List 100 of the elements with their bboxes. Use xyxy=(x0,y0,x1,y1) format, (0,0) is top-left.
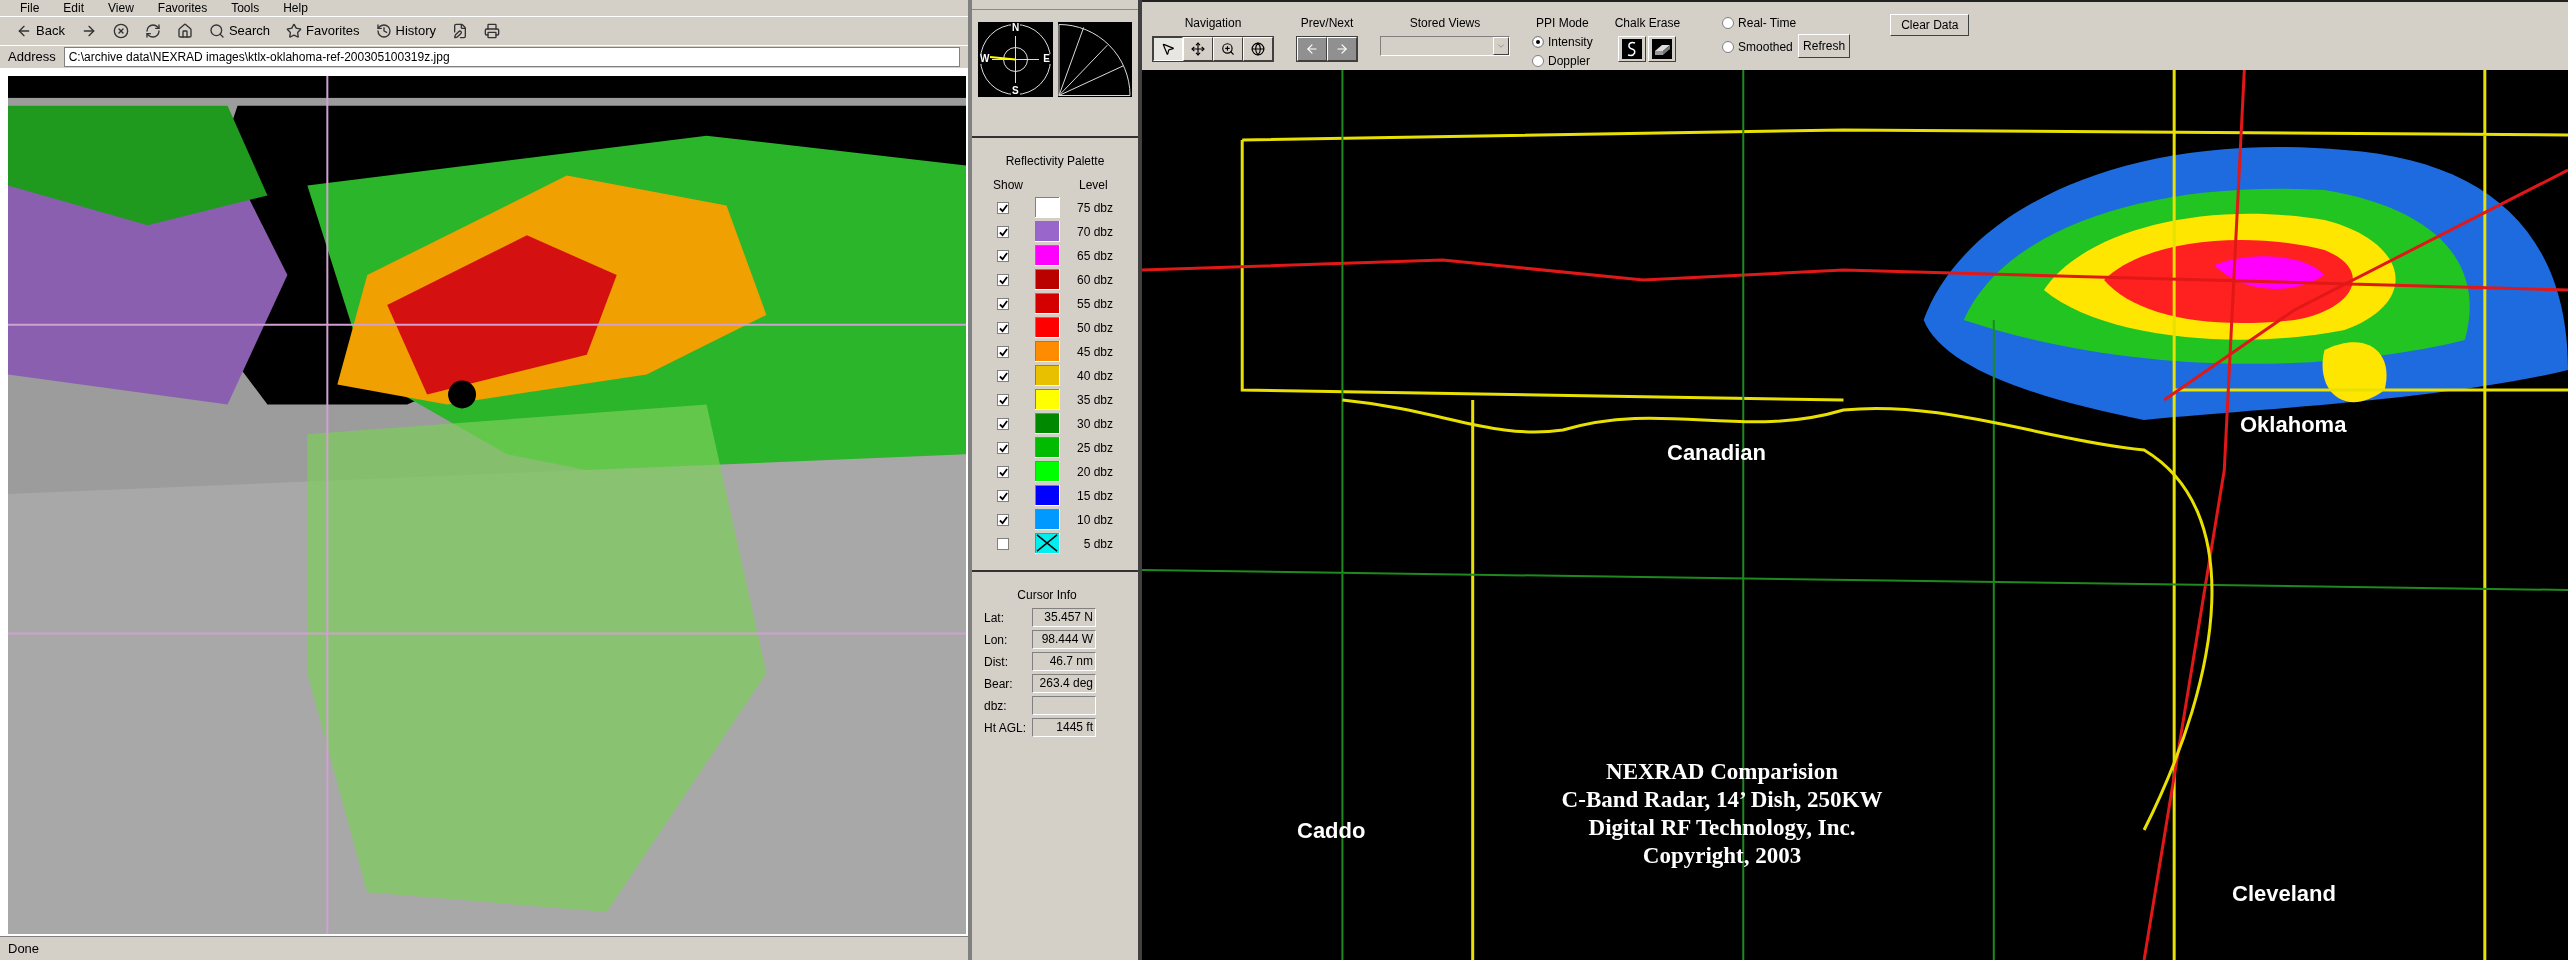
radio-option[interactable]: Real- Time xyxy=(1722,14,1797,32)
column-header: Show xyxy=(993,177,1025,194)
color-swatch[interactable] xyxy=(1035,365,1060,386)
stop-icon xyxy=(112,23,129,39)
color-swatch[interactable] xyxy=(1035,197,1060,218)
zoom-tool[interactable] xyxy=(1213,37,1243,61)
group-label: PPI Mode xyxy=(1536,15,1589,32)
readout-field: 46.7 nm xyxy=(1032,652,1096,671)
pointer-tool[interactable] xyxy=(1153,37,1183,61)
level-label: 55 dbz xyxy=(1075,295,1113,313)
color-swatch[interactable] xyxy=(1035,413,1060,434)
radio-option[interactable]: Doppler xyxy=(1532,52,1591,70)
squiggle-icon xyxy=(1622,39,1643,59)
color-swatch[interactable] xyxy=(1035,389,1060,410)
readout-field: 1445 ft xyxy=(1032,718,1096,737)
show-checkbox[interactable] xyxy=(997,274,1009,286)
show-checkbox[interactable] xyxy=(997,538,1009,550)
field-label: Lon: xyxy=(984,631,1009,649)
chalk-button[interactable] xyxy=(1618,36,1647,62)
next-button[interactable] xyxy=(1327,37,1357,61)
refresh-button[interactable]: Refresh xyxy=(1798,34,1851,58)
menu-item[interactable]: Help xyxy=(283,1,308,15)
color-swatch[interactable] xyxy=(1035,485,1060,506)
globe-icon xyxy=(1251,42,1265,56)
column-header: Level xyxy=(1078,177,1109,194)
status-text: Done xyxy=(8,939,40,958)
pointer-icon xyxy=(1161,42,1175,56)
previous-button[interactable] xyxy=(1297,37,1327,61)
eraser-button[interactable] xyxy=(1648,36,1677,62)
level-label: 70 dbz xyxy=(1075,223,1113,241)
search-icon xyxy=(208,23,225,39)
color-swatch[interactable] xyxy=(1035,437,1060,458)
group-label: Chalk Erase xyxy=(1614,15,1681,32)
caret-icon xyxy=(1496,41,1506,51)
field-label: Ht AGL: xyxy=(984,719,1028,737)
pan-icon xyxy=(1191,42,1205,56)
cursor-info-title: Cursor Info xyxy=(1017,587,1078,604)
field-label: Dist: xyxy=(984,653,1009,671)
color-swatch[interactable] xyxy=(1035,461,1060,482)
color-swatch[interactable] xyxy=(1035,509,1060,530)
group-label: Prev/Next xyxy=(1300,15,1354,32)
stored-views-dropdown[interactable] xyxy=(1380,36,1510,56)
color-swatch[interactable] xyxy=(1035,293,1060,314)
show-checkbox[interactable] xyxy=(997,346,1009,358)
county-label: Caddo xyxy=(1297,820,1366,842)
history-icon xyxy=(375,23,392,39)
radio-option[interactable]: Intensity xyxy=(1532,33,1593,51)
address-field[interactable]: C:\archive data\NEXRAD images\ktlx-oklahoma-ref-200305100319z.jpg xyxy=(63,47,960,67)
show-checkbox[interactable] xyxy=(997,322,1009,334)
compass-label: E xyxy=(1042,54,1051,64)
favorites-button[interactable]: Favorites xyxy=(282,19,364,43)
level-label: 25 dbz xyxy=(1075,439,1113,457)
clear-data-button[interactable]: Clear Data xyxy=(1890,14,1970,36)
caption-line: NEXRAD Comparision xyxy=(1606,758,1838,786)
level-label: 5 dbz xyxy=(1082,535,1113,553)
show-checkbox[interactable] xyxy=(997,202,1009,214)
show-checkbox[interactable] xyxy=(997,514,1009,526)
compass-label: S xyxy=(1011,86,1020,96)
color-swatch[interactable] xyxy=(1035,341,1060,362)
county-label: Canadian xyxy=(1667,442,1767,464)
menu-item[interactable]: Tools xyxy=(231,1,260,15)
show-checkbox[interactable] xyxy=(997,250,1009,262)
level-label: 40 dbz xyxy=(1075,367,1113,385)
show-checkbox[interactable] xyxy=(997,298,1009,310)
field-label: dbz: xyxy=(984,697,1008,715)
color-swatch[interactable] xyxy=(1035,533,1060,554)
county-label: Oklahoma xyxy=(2240,414,2347,436)
readout-field: 35.457 N xyxy=(1032,608,1096,627)
level-label: 45 dbz xyxy=(1075,343,1113,361)
show-checkbox[interactable] xyxy=(997,370,1009,382)
show-checkbox[interactable] xyxy=(997,442,1009,454)
show-checkbox[interactable] xyxy=(997,226,1009,238)
menu-item[interactable]: File xyxy=(20,1,40,15)
refresh-icon xyxy=(144,23,161,39)
color-swatch[interactable] xyxy=(1035,221,1060,242)
color-swatch[interactable] xyxy=(1035,317,1060,338)
readout-field xyxy=(1032,696,1096,715)
show-checkbox[interactable] xyxy=(997,418,1009,430)
history-button[interactable]: History xyxy=(371,19,441,43)
level-label: 60 dbz xyxy=(1075,271,1113,289)
palette-title: Reflectivity Palette xyxy=(1005,153,1105,170)
pan-tool[interactable] xyxy=(1183,37,1213,61)
show-checkbox[interactable] xyxy=(997,490,1009,502)
caption-line: Digital RF Technology, Inc. xyxy=(1588,814,1856,842)
search-button[interactable]: Search xyxy=(204,19,275,43)
menu-item[interactable]: Edit xyxy=(63,1,85,15)
globe-tool[interactable] xyxy=(1243,37,1273,61)
color-swatch[interactable] xyxy=(1035,245,1060,266)
show-checkbox[interactable] xyxy=(997,394,1009,406)
color-swatch[interactable] xyxy=(1035,269,1060,290)
level-label: 20 dbz xyxy=(1075,463,1113,481)
menu-item[interactable]: View xyxy=(108,1,134,15)
radio-option[interactable]: Smoothed xyxy=(1722,38,1797,56)
level-label: 65 dbz xyxy=(1075,247,1113,265)
menu-item[interactable]: Favorites xyxy=(157,1,208,15)
back-button[interactable]: Back xyxy=(12,19,69,43)
show-checkbox[interactable] xyxy=(997,466,1009,478)
back-icon xyxy=(16,23,32,39)
level-label: 10 dbz xyxy=(1075,511,1113,529)
address-label: Address xyxy=(8,48,56,67)
